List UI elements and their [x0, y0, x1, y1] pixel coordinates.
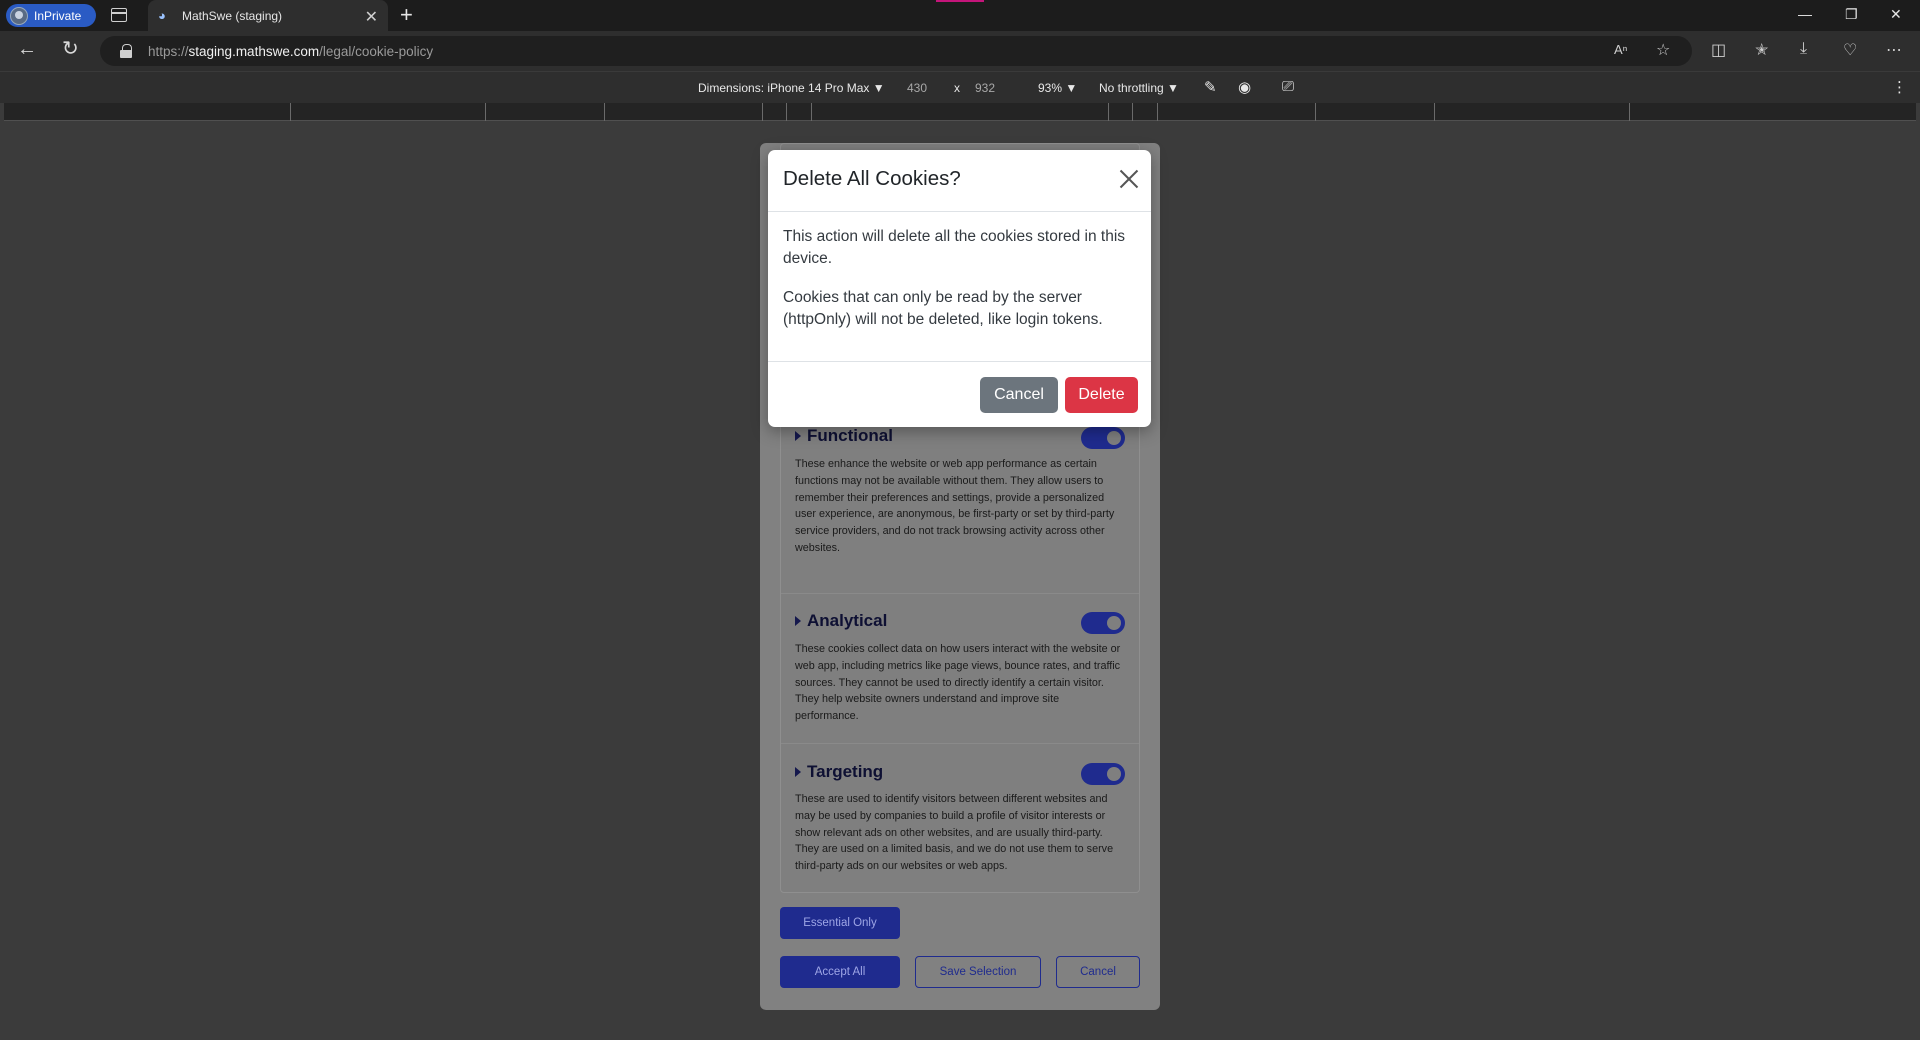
inprivate-badge[interactable]: InPrivate [6, 4, 96, 27]
section-title: Targeting [807, 762, 884, 781]
sensors-icon[interactable]: ✎ [1204, 78, 1217, 96]
device-dimensions-select[interactable]: Dimensions: iPhone 14 Pro Max ▼ [698, 81, 885, 95]
panel-cancel-button[interactable]: Cancel [1056, 956, 1140, 988]
device-dimensions-label: Dimensions: iPhone 14 Pro Max [698, 81, 870, 95]
delete-cookies-modal: Delete All Cookies? This action will del… [768, 150, 1151, 427]
section-header[interactable]: Functional [795, 426, 893, 446]
section-header[interactable]: Analytical [795, 611, 887, 631]
lock-icon [120, 44, 132, 58]
zoom-select[interactable]: 93% ▼ [1038, 81, 1077, 95]
modal-header: Delete All Cookies? [768, 150, 1151, 212]
window-accent-line [936, 0, 984, 2]
cookie-section-functional: Functional These enhance the website or … [781, 426, 1139, 594]
cookie-section-analytical: Analytical These cookies collect data on… [781, 594, 1139, 744]
expand-caret-icon [795, 616, 801, 626]
section-description: These cookies collect data on how users … [795, 643, 1121, 723]
section-description: These enhance the website or web app per… [795, 458, 1115, 554]
downloads-icon[interactable]: ⤓ [1800, 40, 1807, 58]
url-path: /legal/cookie-policy [319, 44, 434, 59]
favorite-star-icon[interactable]: ☆ [1656, 40, 1670, 60]
site-favicon-icon: ◕ [158, 7, 166, 23]
viewport-width-input[interactable]: 430 [907, 81, 927, 95]
new-tab-icon[interactable]: + [400, 2, 413, 28]
back-icon[interactable]: ← [17, 39, 37, 59]
url-host: staging.mathswe.com [188, 44, 320, 59]
tab-close-icon[interactable]: ✕ [365, 7, 378, 27]
section-title: Functional [807, 426, 893, 445]
modal-footer: Cancel Delete [768, 361, 1151, 427]
dimension-times-label: x [954, 81, 960, 95]
read-aloud-icon[interactable]: Aⁿ [1614, 42, 1627, 57]
zoom-value: 93% [1038, 81, 1063, 95]
close-icon[interactable] [1119, 169, 1139, 189]
functional-toggle[interactable] [1081, 427, 1125, 449]
inprivate-label: InPrivate [34, 8, 82, 23]
modal-paragraph-2: Cookies that can only be read by the ser… [783, 289, 1103, 328]
address-bar[interactable]: https://staging.mathswe.com/legal/cookie… [100, 36, 1692, 66]
browser-toolbar: ← ↻ https://staging.mathswe.com/legal/co… [0, 31, 1920, 71]
split-screen-icon[interactable]: ◫ [1711, 40, 1726, 60]
cancel-button[interactable]: Cancel [980, 377, 1058, 413]
section-header[interactable]: Targeting [795, 762, 883, 782]
accept-all-button[interactable]: Accept All [780, 956, 900, 988]
expand-caret-icon [795, 767, 801, 777]
tab-title: MathSwe (staging) [182, 8, 283, 23]
devtools-more-icon[interactable]: ⋮ [1892, 78, 1907, 96]
favorites-icon[interactable]: ✭ [1755, 40, 1768, 60]
save-selection-button[interactable]: Save Selection [915, 956, 1041, 988]
window-close-icon[interactable]: ✕ [1890, 6, 1902, 23]
cookie-section-targeting: Targeting These are used to identify vis… [781, 744, 1139, 894]
throttling-value: No throttling [1099, 81, 1164, 95]
expand-caret-icon [795, 431, 801, 441]
tab-actions-icon[interactable] [111, 8, 127, 22]
analytical-toggle[interactable] [1081, 612, 1125, 634]
vision-deficiency-icon[interactable]: ◉ [1238, 78, 1251, 96]
more-menu-icon[interactable]: ⋯ [1886, 40, 1902, 60]
browser-tab[interactable]: ◕ MathSwe (staging) ✕ [148, 0, 388, 31]
url-text: https://staging.mathswe.com/legal/cookie… [148, 44, 433, 59]
profile-avatar-icon [10, 6, 28, 25]
modal-paragraph-1: This action will delete all the cookies … [783, 228, 1126, 267]
rotate-icon[interactable]: ⎚ [1282, 78, 1294, 95]
device-toolbar: Dimensions: iPhone 14 Pro Max ▼ 430 x 93… [0, 71, 1920, 103]
refresh-icon[interactable]: ↻ [62, 39, 79, 59]
url-scheme: https:// [148, 44, 189, 59]
restore-icon[interactable]: ❐ [1845, 6, 1858, 23]
minimize-icon[interactable]: — [1798, 6, 1812, 22]
viewport-height-input[interactable]: 932 [975, 81, 995, 95]
section-description: These are used to identify visitors betw… [795, 793, 1114, 873]
tab-strip: InPrivate ◕ MathSwe (staging) ✕ + — ❐ ✕ [0, 0, 1920, 31]
modal-title: Delete All Cookies? [783, 167, 961, 190]
targeting-toggle[interactable] [1081, 763, 1125, 785]
browser-essentials-icon[interactable]: ♡ [1843, 40, 1857, 60]
section-title: Analytical [807, 611, 888, 630]
essential-only-button[interactable]: Essential Only [780, 907, 900, 939]
throttling-select[interactable]: No throttling ▼ [1099, 81, 1179, 95]
delete-button[interactable]: Delete [1065, 377, 1138, 413]
media-query-ruler [4, 103, 1916, 121]
